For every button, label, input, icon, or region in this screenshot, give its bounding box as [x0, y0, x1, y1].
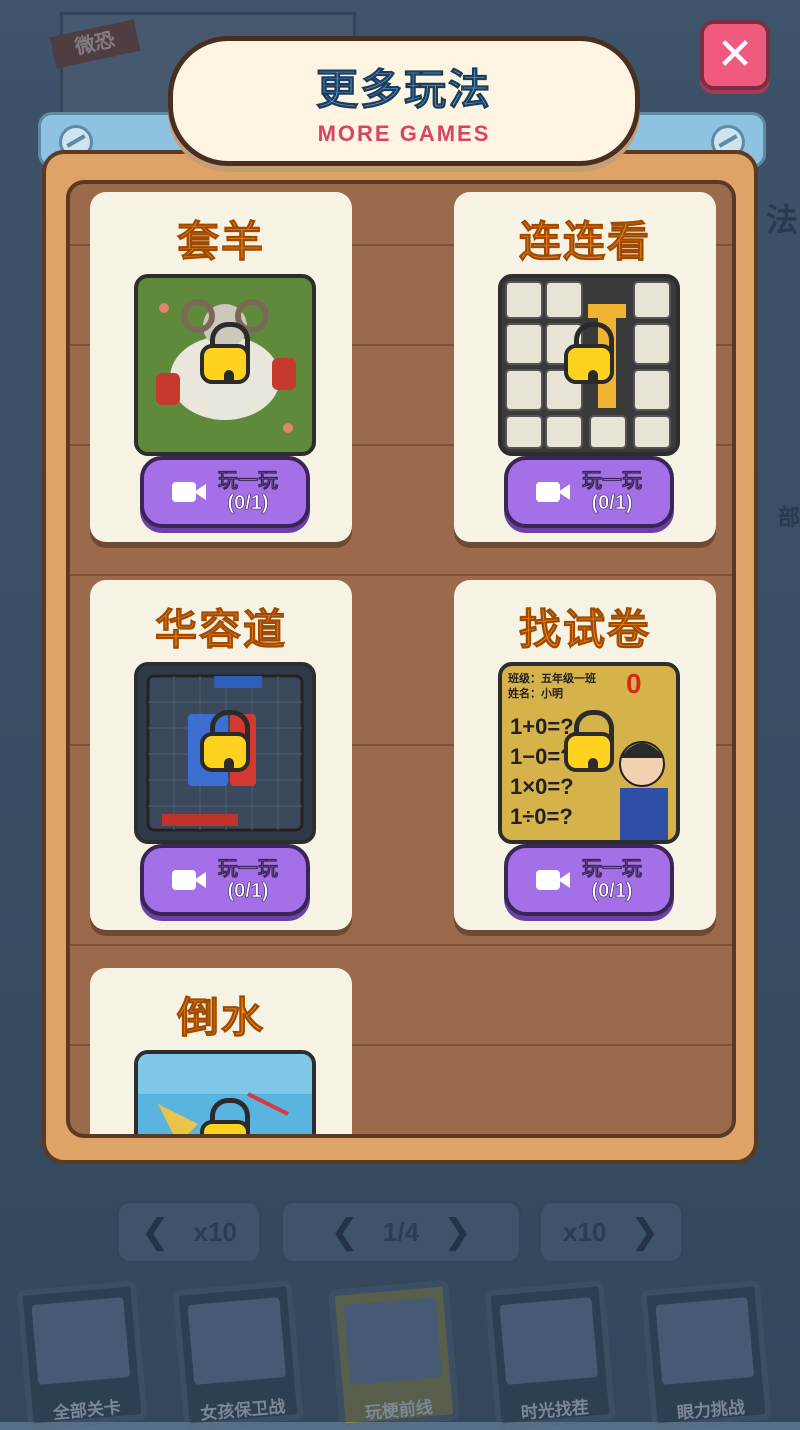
game-title: 找试卷	[518, 606, 651, 654]
game-card-klotski[interactable]: 华容道 玩一玩 (0/1)	[90, 580, 352, 930]
play-count: (0/1)	[227, 880, 269, 903]
game-card-sheep[interactable]: 套羊 玩一玩 (0/1)	[90, 192, 352, 542]
dialog-title: 更多玩法	[315, 65, 492, 113]
lock-icon	[200, 1098, 250, 1134]
close-button[interactable]: ✕	[700, 20, 770, 90]
game-thumbnail	[134, 1050, 316, 1134]
game-thumbnail: 班级：五年级一班 姓名：小明 0 1+0=? 1−0=? 1×0=? 1÷0=?	[498, 662, 680, 844]
dialog-title-plate: 更多玩法 MORE GAMES	[168, 36, 640, 166]
game-title: 华容道	[154, 606, 287, 654]
game-title: 倒水	[176, 994, 265, 1042]
video-camera-icon	[536, 866, 572, 894]
play-button[interactable]: 玩一玩 (0/1)	[504, 844, 674, 916]
game-card-pour-water[interactable]: 倒水	[90, 968, 352, 1134]
play-button[interactable]: 玩一玩 (0/1)	[504, 456, 674, 528]
game-card-tiles[interactable]: 连连看 玩一玩 (0/1)	[454, 192, 716, 542]
game-thumbnail	[134, 274, 316, 456]
play-count: (0/1)	[591, 880, 633, 903]
play-count: (0/1)	[227, 492, 269, 515]
more-games-panel: 套羊 玩一玩 (0/1) 连连看 玩一玩 (0/1) 华容道 玩一玩 (0/1)…	[42, 150, 758, 1164]
lock-icon	[200, 322, 250, 384]
play-label: 玩一玩	[582, 858, 643, 881]
play-text: 玩一玩 (0/1)	[218, 470, 279, 515]
play-count: (0/1)	[591, 492, 633, 515]
play-button[interactable]: 玩一玩 (0/1)	[140, 456, 310, 528]
wood-plank-line	[70, 574, 732, 576]
game-title: 套羊	[176, 218, 265, 266]
game-card-exam[interactable]: 找试卷 班级：五年级一班 姓名：小明 0 1+0=? 1−0=? 1×0=? 1…	[454, 580, 716, 930]
play-text: 玩一玩 (0/1)	[582, 858, 643, 903]
close-icon: ✕	[716, 30, 754, 79]
video-camera-icon	[172, 866, 208, 894]
play-text: 玩一玩 (0/1)	[218, 858, 279, 903]
play-button[interactable]: 玩一玩 (0/1)	[140, 844, 310, 916]
play-label: 玩一玩	[218, 858, 279, 881]
play-label: 玩一玩	[218, 470, 279, 493]
games-scroll-area[interactable]: 套羊 玩一玩 (0/1) 连连看 玩一玩 (0/1) 华容道 玩一玩 (0/1)…	[66, 180, 736, 1138]
play-text: 玩一玩 (0/1)	[582, 470, 643, 515]
lock-icon	[564, 322, 614, 384]
lock-icon	[564, 710, 614, 772]
wood-plank-line	[70, 944, 732, 946]
game-thumbnail	[498, 274, 680, 456]
lock-icon	[200, 710, 250, 772]
dialog-subtitle: MORE GAMES	[317, 120, 491, 146]
video-camera-icon	[172, 478, 208, 506]
video-camera-icon	[536, 478, 572, 506]
play-label: 玩一玩	[582, 470, 643, 493]
game-thumbnail	[134, 662, 316, 844]
game-title: 连连看	[518, 218, 651, 266]
